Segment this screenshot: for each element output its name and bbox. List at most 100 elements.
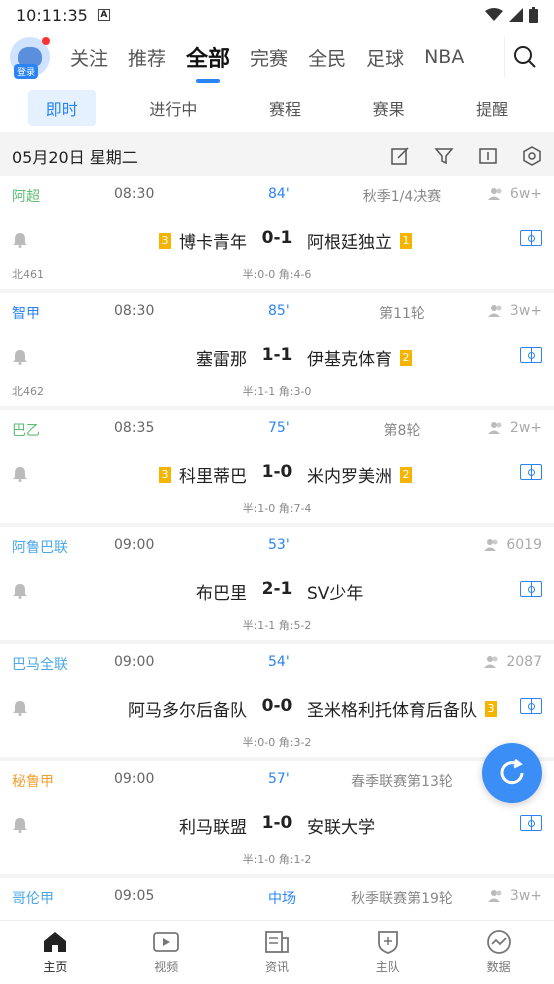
away-team[interactable]: 阿根廷独立 1	[307, 228, 412, 253]
video-icon	[153, 932, 180, 952]
match-card[interactable]: 秘鲁甲 09:00 57' 春季联赛第13轮 利马联盟 1-0 安联大学 半:1…	[0, 761, 554, 874]
tab-follow[interactable]: 关注	[60, 44, 118, 71]
pitch-animation-icon[interactable]	[520, 698, 542, 714]
league-name[interactable]: 智甲	[12, 303, 40, 323]
bell-icon[interactable]	[12, 232, 28, 248]
match-round: 秋季联赛第19轮	[351, 891, 453, 907]
match-score: 1-0	[261, 813, 293, 833]
match-detail-row: 半:1-1 角:5-2	[12, 617, 542, 632]
tab-finished[interactable]: 完赛	[240, 44, 298, 71]
bottom-nav-video[interactable]: 视频	[111, 921, 222, 984]
match-card[interactable]: 阿鲁巴联 09:00 53' 6019 布巴里 2-1 SV少年 半:1-1 角…	[0, 527, 554, 640]
match-minute: 中场	[268, 891, 296, 907]
bell-icon[interactable]	[12, 466, 28, 482]
away-team-name: 伊基克体育	[307, 350, 392, 370]
lottery-code: 北462	[12, 385, 44, 398]
bracket-icon[interactable]	[478, 146, 498, 166]
edit-icon[interactable]	[390, 146, 410, 166]
away-card-badge: 2	[400, 466, 412, 483]
kickoff-time: 09:05	[114, 888, 155, 904]
people-icon	[484, 539, 498, 551]
home-team[interactable]: 布巴里	[196, 579, 247, 604]
pitch-animation-icon[interactable]	[520, 464, 542, 480]
match-card[interactable]: 智甲 08:30 85' 第11轮 3w+ 塞雷那 1-1 伊基克体育 2 北4…	[0, 293, 554, 406]
kickoff-time: 09:00	[114, 654, 155, 670]
away-team-name: 安联大学	[307, 818, 375, 838]
viewer-count: 3w+	[487, 303, 542, 319]
away-team[interactable]: 米内罗美洲 2	[307, 462, 412, 487]
home-team[interactable]: 3 博卡青年	[159, 228, 247, 253]
match-score: 0-0	[261, 696, 293, 716]
search-button[interactable]	[504, 37, 544, 77]
match-score: 1-0	[261, 462, 293, 482]
home-team[interactable]: 阿马多尔后备队	[128, 696, 247, 721]
match-score-row: 布巴里 2-1 SV少年	[0, 577, 554, 605]
subtab-live[interactable]: 即时	[27, 90, 96, 126]
league-name[interactable]: 阿鲁巴联	[12, 537, 68, 557]
avatar[interactable]: 登录	[10, 37, 50, 79]
people-icon	[484, 656, 498, 668]
league-name[interactable]: 巴乙	[12, 420, 40, 440]
tab-nba[interactable]: NBA	[414, 46, 474, 68]
status-bar: 10:11:35 A	[0, 0, 554, 30]
match-minute: 75'	[268, 420, 290, 436]
halftime-corners: 半:0-0 角:4-6	[242, 268, 312, 281]
subtab-schedule[interactable]: 赛程	[251, 90, 319, 126]
filter-icon[interactable]	[434, 146, 454, 166]
subtab-reminders[interactable]: 提醒	[458, 90, 526, 126]
home-icon	[44, 932, 67, 952]
away-team[interactable]: 安联大学	[307, 813, 375, 838]
home-team[interactable]: 塞雷那	[196, 345, 247, 370]
refresh-button[interactable]	[482, 743, 542, 803]
wifi-icon	[485, 8, 503, 21]
tab-all[interactable]: 全部	[176, 41, 240, 73]
notification-a-icon: A	[97, 9, 110, 21]
pitch-animation-icon[interactable]	[520, 347, 542, 363]
league-name[interactable]: 巴马全联	[12, 654, 68, 674]
league-name[interactable]: 秘鲁甲	[12, 771, 54, 791]
bottom-nav-news[interactable]: 资讯	[222, 921, 333, 984]
match-score-row: 阿马多尔后备队 0-0 圣米格利托体育后备队 3	[0, 694, 554, 722]
tab-recommend[interactable]: 推荐	[118, 44, 176, 71]
away-team[interactable]: 圣米格利托体育后备队 3	[307, 696, 497, 721]
match-detail-row: 北462 半:1-1 角:3-0	[12, 383, 542, 398]
league-name[interactable]: 哥伦甲	[12, 888, 54, 908]
match-score-row: 利马联盟 1-0 安联大学	[0, 811, 554, 839]
tab-everyone[interactable]: 全民	[298, 44, 356, 71]
bottom-nav-data[interactable]: 数据	[443, 921, 554, 984]
tab-football[interactable]: 足球	[356, 44, 414, 71]
bell-icon[interactable]	[12, 349, 28, 365]
pitch-animation-icon[interactable]	[520, 230, 542, 246]
subtab-in-progress[interactable]: 进行中	[131, 90, 215, 126]
kickoff-time: 09:00	[114, 771, 155, 787]
away-team[interactable]: SV少年	[307, 579, 363, 604]
match-card[interactable]: 阿超 08:30 84' 秋季1/4决赛 6w+ 3 博卡青年 0-1 阿根廷独…	[0, 176, 554, 289]
subtab-results[interactable]: 赛果	[355, 90, 423, 126]
home-team[interactable]: 利马联盟	[179, 813, 247, 838]
people-icon	[487, 188, 502, 200]
away-team[interactable]: 伊基克体育 2	[307, 345, 412, 370]
home-team-name: 利马联盟	[179, 818, 247, 838]
match-card[interactable]: 巴马全联 09:00 54' 2087 阿马多尔后备队 0-0 圣米格利托体育后…	[0, 644, 554, 757]
bottom-nav-team[interactable]: 主队	[332, 921, 443, 984]
bell-icon[interactable]	[12, 583, 28, 599]
bell-icon[interactable]	[12, 700, 28, 716]
kickoff-time: 08:30	[114, 186, 155, 202]
match-card[interactable]: 巴乙 08:35 75' 第8轮 2w+ 3 科里蒂巴 1-0 米内罗美洲 2	[0, 410, 554, 523]
match-info-row: 巴乙 08:35 75' 第8轮 2w+	[12, 420, 542, 440]
league-name[interactable]: 阿超	[12, 186, 40, 206]
match-info-row: 巴马全联 09:00 54' 2087	[12, 654, 542, 674]
home-team[interactable]: 3 科里蒂巴	[159, 462, 247, 487]
pitch-animation-icon[interactable]	[520, 581, 542, 597]
match-minute: 85'	[268, 303, 290, 319]
settings-icon[interactable]	[522, 146, 542, 166]
pitch-animation-icon[interactable]	[520, 815, 542, 831]
match-score-row: 3 博卡青年 0-1 阿根廷独立 1	[0, 226, 554, 254]
login-badge[interactable]: 登录	[14, 64, 39, 79]
match-minute: 53'	[268, 537, 290, 553]
bottom-nav-home[interactable]: 主页	[0, 921, 111, 984]
bottom-nav-label: 数据	[486, 960, 511, 974]
viewer-count-value: 3w+	[509, 303, 542, 319]
halftime-corners: 半:1-0 角:1-2	[242, 853, 312, 866]
bell-icon[interactable]	[12, 817, 28, 833]
